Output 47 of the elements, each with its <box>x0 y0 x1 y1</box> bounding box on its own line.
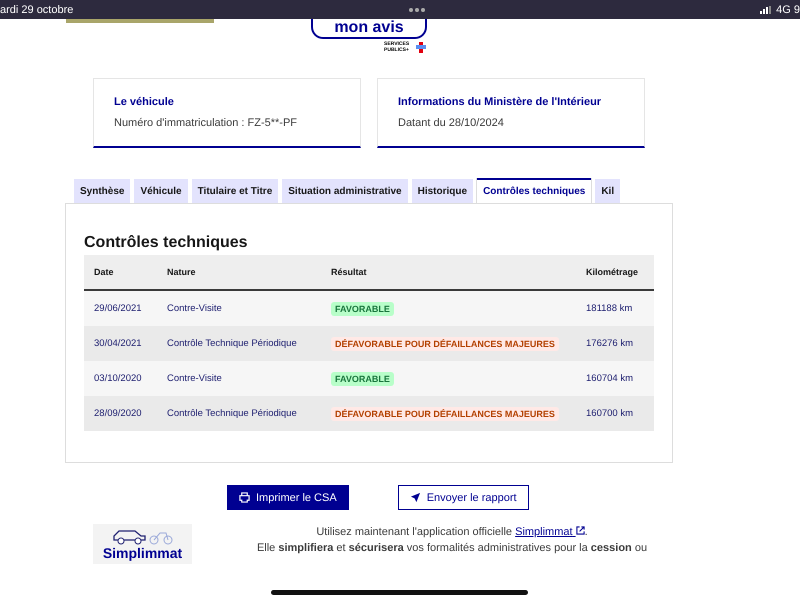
nature-cell-text: Contrôle Technique Périodique <box>167 338 298 349</box>
mileage-cell-text: 176276 km <box>586 338 634 349</box>
result-badge: DÉFAVORABLE POUR DÉFAILLANCES MAJEURES <box>331 336 559 350</box>
tab[interactable]: Historique <box>412 179 474 203</box>
tab[interactable]: Véhicule <box>134 179 188 203</box>
printer-icon <box>239 492 250 503</box>
column-header: Kilométrage <box>586 267 640 277</box>
app-link[interactable]: Simplimmat <box>515 526 585 538</box>
status-date: ardi 29 octobre <box>0 4 74 16</box>
tab[interactable]: Situation administrative <box>282 179 408 203</box>
nature-cell-text: Contre-Visite <box>167 373 223 384</box>
network-label: 4G 9 <box>776 4 800 16</box>
date-cell-text: 03/10/2020 <box>94 373 143 384</box>
promo-description: Elle simplifiera et sécurisera vos formalités administratives pour la cession ou <box>256 542 648 554</box>
mileage-cell-text: 181188 km <box>586 303 634 314</box>
card-title: Le véhicule <box>114 96 175 108</box>
tab[interactable]: Contrôles techniques <box>477 178 592 203</box>
mileage-cell-text: 160700 km <box>586 408 634 419</box>
column-header: Résultat <box>331 267 368 277</box>
result-badge: DÉFAVORABLE POUR DÉFAILLANCES MAJEURES <box>331 406 559 420</box>
print-button[interactable]: Imprimer le CSA <box>227 485 349 510</box>
nature-cell-text: Contre-Visite <box>167 303 223 314</box>
plus-logo-icon <box>416 42 426 52</box>
card-text: Numéro d'immatriculation : FZ-5**-PF <box>114 117 298 129</box>
result-badge: FAVORABLE <box>331 302 394 316</box>
result-badge: FAVORABLE <box>331 372 394 386</box>
nature-cell-text: Contrôle Technique Périodique <box>167 408 298 419</box>
more-icon[interactable] <box>408 6 426 12</box>
date-cell-text: 28/09/2020 <box>94 408 143 419</box>
column-header: Nature <box>167 267 197 277</box>
send-icon <box>410 492 421 503</box>
signal-icon <box>760 6 772 14</box>
send-button[interactable]: Envoyer le rapport <box>398 485 529 510</box>
column-header: Date <box>94 267 115 277</box>
app-logo-text: Simplimmat <box>102 545 182 561</box>
feedback-button[interactable]: mon avis <box>311 19 427 39</box>
section-title: Contrôles techniques <box>84 234 249 252</box>
mileage-cell-text: 160704 km <box>586 373 634 384</box>
tab[interactable]: Kil <box>595 179 620 203</box>
date-cell-text: 30/04/2021 <box>94 338 143 349</box>
tab[interactable]: Titulaire et Titre <box>192 179 278 203</box>
card-title: Informations du Ministère de l'Intérieur <box>398 96 602 108</box>
external-link-icon <box>576 526 585 535</box>
tab[interactable]: Synthèse <box>74 179 130 203</box>
date-cell-text: 29/06/2021 <box>94 303 143 314</box>
promo-text: Utilisez maintenant l'application officielle Simplimmat . <box>316 526 588 538</box>
card-text: Datant du 28/10/2024 <box>398 117 505 129</box>
